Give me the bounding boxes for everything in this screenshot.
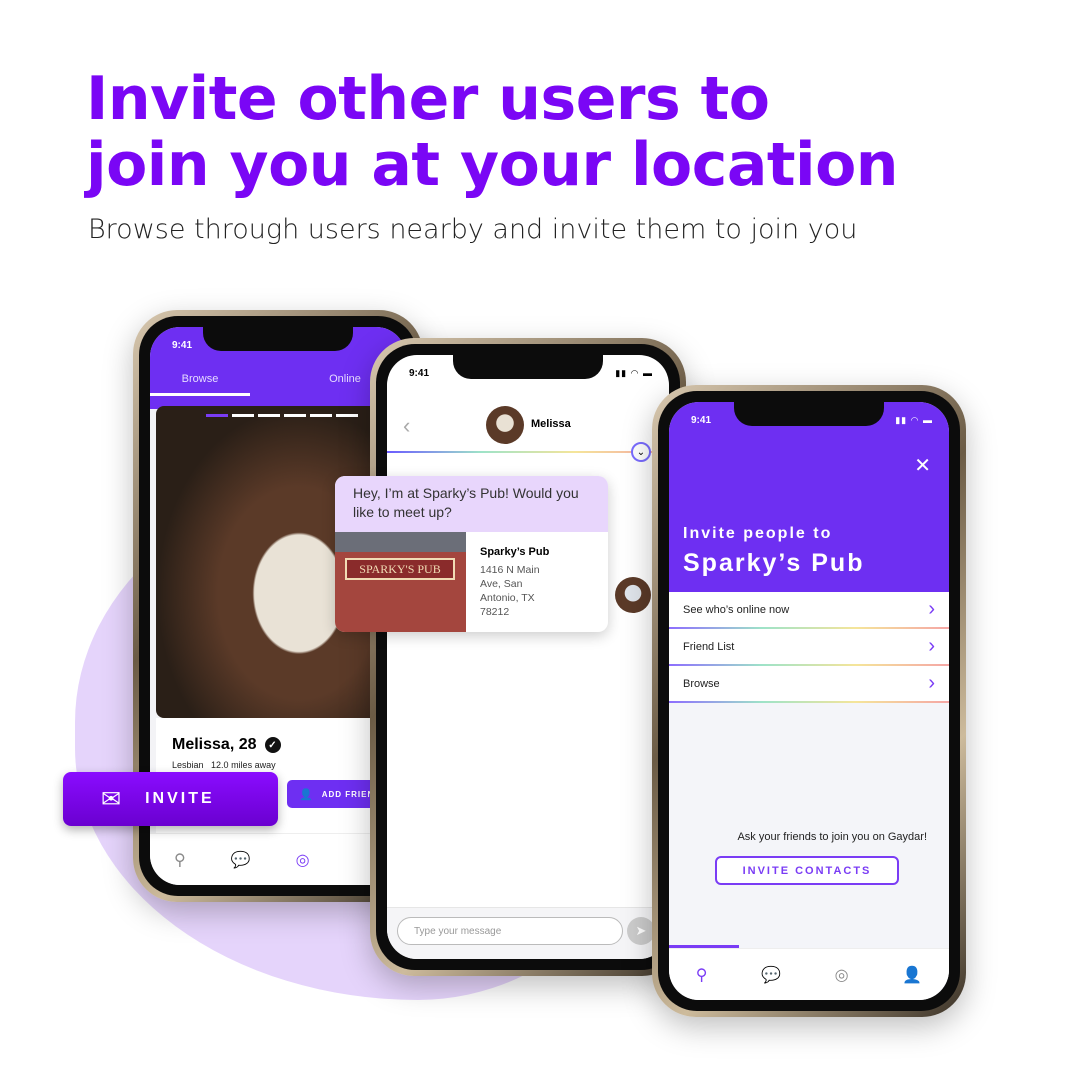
chat-icon[interactable]: 💬 (231, 850, 251, 870)
heading-large: Sparky’s Pub (683, 549, 865, 577)
subtitle: Browse through users nearby and invite t… (88, 214, 858, 245)
headline-line-1: Invite other users to (86, 64, 770, 134)
sender-avatar (615, 577, 651, 613)
chat-icon[interactable]: 💬 (761, 965, 781, 985)
location-pin-icon[interactable]: ⚲ (696, 965, 708, 985)
chevron-down-icon[interactable]: ⌄ (631, 442, 651, 462)
pub-sign: SPARKY'S PUB (345, 558, 455, 580)
option-online-now[interactable]: See who’s online now › (669, 592, 949, 629)
option-label: See who’s online now (683, 603, 790, 616)
rainbow-divider (387, 451, 669, 453)
chevron-right-icon: › (928, 598, 935, 620)
profile-icon[interactable]: 👤 (902, 965, 922, 985)
headline: Invite other users to join you at your l… (86, 64, 899, 200)
contact-avatar[interactable] (486, 406, 524, 444)
profile-name: Melissa, 28 (172, 736, 257, 753)
option-label: Browse (683, 677, 720, 690)
message-input[interactable]: Type your message (397, 917, 623, 945)
status-icons: ▮▮ ◠ ▬ (895, 415, 933, 425)
invite-header: 9:41 ▮▮ ◠ ▬ ✕ Invite people to Sparky’s … (669, 402, 949, 592)
profile-distance: 12.0 miles away (211, 760, 276, 770)
chevron-right-icon: › (928, 672, 935, 694)
option-friend-list[interactable]: Friend List › (669, 629, 949, 666)
notch (734, 402, 884, 426)
status-time: 9:41 (409, 368, 430, 379)
nav-active-indicator (669, 945, 739, 948)
invite-label: INVITE (145, 790, 215, 807)
invite-button[interactable]: ✉ INVITE (63, 772, 278, 826)
message-bubble[interactable]: Hey, I’m at Sparky’s Pub! Would you like… (335, 476, 608, 632)
envelope-pin-icon: ✉ (101, 785, 122, 813)
tab-browse[interactable]: Browse (150, 373, 250, 396)
photo-page-indicator (206, 414, 358, 417)
place-name: Sparky’s Pub (480, 546, 550, 558)
back-icon[interactable]: ‹ (403, 413, 410, 439)
status-time: 9:41 (172, 340, 193, 351)
add-user-icon: 👤 (299, 788, 314, 801)
invite-prompt: Ask your friends to join you on Gaydar! (737, 831, 927, 843)
phone-chat: 9:41 ▮▮ ◠ ▬ ‹ Melissa ⌄ Type your messag… (370, 338, 686, 976)
send-icon[interactable]: ➤ (627, 917, 655, 945)
status-icons: ▮▮ ◠ ▬ (615, 368, 653, 378)
heading-small: Invite people to (683, 525, 833, 542)
chevron-right-icon: › (928, 635, 935, 657)
invite-contacts-button[interactable]: INVITE CONTACTS (715, 856, 899, 885)
radar-icon[interactable]: ◎ (296, 850, 310, 870)
location-pin-icon[interactable]: ⚲ (174, 850, 186, 870)
notch (203, 327, 353, 351)
radar-icon[interactable]: ◎ (835, 965, 849, 985)
headline-line-2: join you at your location (86, 130, 899, 200)
option-browse[interactable]: Browse › (669, 666, 949, 703)
verified-icon: ✓ (264, 737, 281, 753)
status-time: 9:41 (691, 415, 712, 426)
pub-photo: SPARKY'S PUB (335, 532, 466, 632)
notch (453, 355, 603, 379)
message-text: Hey, I’m at Sparky’s Pub! Would you like… (335, 476, 608, 532)
contact-name: Melissa (531, 418, 571, 430)
place-address: 1416 N Main Ave, San Antonio, TX 78212 (480, 564, 540, 618)
option-label: Friend List (683, 640, 735, 653)
phone-invite: 9:41 ▮▮ ◠ ▬ ✕ Invite people to Sparky’s … (652, 385, 966, 1017)
close-icon[interactable]: ✕ (914, 453, 931, 478)
profile-orientation: Lesbian (172, 760, 204, 770)
